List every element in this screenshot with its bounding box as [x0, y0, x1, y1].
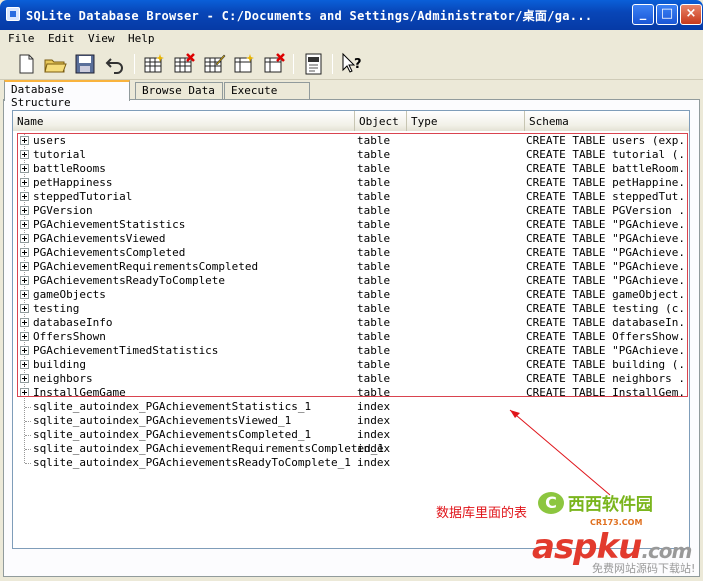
- whats-this-icon[interactable]: ?: [340, 52, 364, 76]
- minimize-button[interactable]: _: [632, 4, 654, 25]
- maximize-button[interactable]: □: [656, 4, 678, 25]
- tree-branch: [25, 421, 31, 422]
- app-icon: [6, 7, 20, 21]
- column-header-schema[interactable]: Schema: [525, 111, 689, 131]
- tab-bar: Database Structure Browse Data Execute S…: [0, 80, 703, 110]
- tree-branch: [25, 407, 31, 408]
- index-object: index: [357, 456, 391, 469]
- tab-execute-sql[interactable]: Execute SQL: [224, 82, 310, 110]
- index-name: sqlite_autoindex_PGAchievementsCompleted…: [33, 428, 312, 441]
- index-object: index: [357, 428, 391, 441]
- menu-view[interactable]: View: [88, 32, 115, 45]
- delete-index-icon[interactable]: [262, 52, 286, 76]
- menu-help[interactable]: Help: [128, 32, 155, 45]
- watermark-aspku-sub: 免费网站源码下载站!: [592, 562, 696, 575]
- toolbar-separator: [293, 54, 294, 74]
- delete-table-icon[interactable]: [172, 52, 196, 76]
- toolbar-separator: [134, 54, 135, 74]
- watermark-cr173: C 西西软件园 CR173.COM: [538, 490, 653, 528]
- annotation-label: 数据库里面的表: [436, 506, 528, 521]
- index-name: sqlite_autoindex_PGAchievementsViewed_1: [33, 414, 292, 427]
- svg-text:?: ?: [354, 57, 362, 72]
- toolbar-separator: [332, 54, 333, 74]
- index-name: sqlite_autoindex_PGAchievementsReadyToCo…: [33, 456, 351, 469]
- undo-icon[interactable]: [103, 52, 127, 76]
- tree-branch: [25, 435, 31, 436]
- toolbar: ?: [0, 48, 703, 80]
- create-index-icon[interactable]: [232, 52, 256, 76]
- menu-edit[interactable]: Edit: [48, 32, 75, 45]
- highlight-box: [17, 133, 688, 397]
- index-object: index: [357, 442, 391, 455]
- column-header-object[interactable]: Object: [355, 111, 407, 131]
- open-folder-icon[interactable]: [43, 52, 67, 76]
- cr173-logo-icon: C: [538, 491, 564, 514]
- window-title: SQLite Database Browser - C:/Documents a…: [26, 9, 593, 23]
- column-header-name[interactable]: Name: [13, 111, 355, 131]
- menu-file[interactable]: File: [8, 32, 35, 45]
- column-header-type[interactable]: Type: [407, 111, 525, 131]
- index-object: index: [357, 400, 391, 413]
- new-file-icon[interactable]: [14, 52, 38, 76]
- tab-database-structure[interactable]: Database Structure: [4, 80, 130, 109]
- tree-branch: [25, 463, 31, 464]
- log-icon[interactable]: [301, 52, 325, 76]
- save-icon[interactable]: [73, 52, 97, 76]
- tab-browse-data[interactable]: Browse Data: [135, 82, 223, 100]
- index-object: index: [357, 414, 391, 427]
- title-bar: SQLite Database Browser - C:/Documents a…: [0, 0, 703, 30]
- menu-bar: File Edit View Help: [0, 30, 703, 48]
- tree-branch: [25, 449, 31, 450]
- index-name: sqlite_autoindex_PGAchievementRequiremen…: [33, 442, 384, 455]
- create-table-icon[interactable]: [142, 52, 166, 76]
- close-button[interactable]: ×: [680, 4, 702, 25]
- modify-table-icon[interactable]: [202, 52, 226, 76]
- index-name: sqlite_autoindex_PGAchievementStatistics…: [33, 400, 312, 413]
- list-header: Name Object Type Schema: [13, 111, 689, 131]
- annotation-arrow: [509, 409, 611, 496]
